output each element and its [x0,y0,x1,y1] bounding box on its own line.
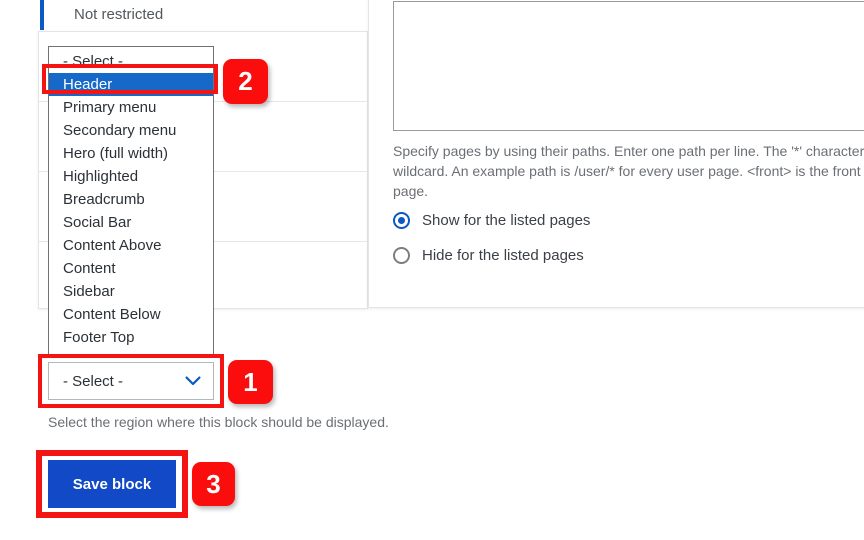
region-select-help-text: Select the region where this block shoul… [48,414,389,430]
radio-show-listed-pages-label: Show for the listed pages [422,211,591,229]
chevron-down-icon [185,373,201,390]
region-option-select[interactable]: - Select - [49,50,213,73]
region-option-content-below[interactable]: Content Below [49,303,213,326]
region-option-footer-top[interactable]: Footer Top [49,326,213,349]
region-option-sidebar[interactable]: Sidebar [49,280,213,303]
region-option-primary-menu[interactable]: Primary menu [49,96,213,119]
region-option-social-bar[interactable]: Social Bar [49,211,213,234]
radio-show-listed-pages[interactable]: Show for the listed pages [393,205,863,236]
restriction-status-label: Not restricted [74,6,164,23]
radio-button-icon [393,212,410,229]
region-option-header[interactable]: Header [49,73,213,96]
pages-visibility-card: Pages Specify pages by using their paths… [368,0,864,308]
radio-hide-listed-pages[interactable]: Hide for the listed pages [393,240,863,271]
region-select-listbox[interactable]: - Select - Header Primary menu Secondary… [48,46,214,357]
annotation-badge-3: 3 [192,462,235,506]
region-option-footer-bottom[interactable]: Footer Bottom [49,349,213,356]
region-option-highlighted[interactable]: Highlighted [49,165,213,188]
pages-textarea[interactable] [393,1,864,131]
save-block-button[interactable]: Save block [48,460,176,508]
restriction-status-strip: Not restricted [40,0,370,30]
region-option-breadcrumb[interactable]: Breadcrumb [49,188,213,211]
radio-hide-listed-pages-label: Hide for the listed pages [422,246,584,264]
region-option-content[interactable]: Content [49,257,213,280]
annotation-badge-1: 1 [228,360,273,404]
region-option-secondary-menu[interactable]: Secondary menu [49,119,213,142]
region-option-hero-full-width[interactable]: Hero (full width) [49,142,213,165]
region-select[interactable]: - Select - [48,362,214,400]
region-option-content-above[interactable]: Content Above [49,234,213,257]
pages-help-text: Specify pages by using their paths. Ente… [393,143,864,199]
region-select-value: - Select - [63,372,124,390]
radio-button-icon [393,247,410,264]
